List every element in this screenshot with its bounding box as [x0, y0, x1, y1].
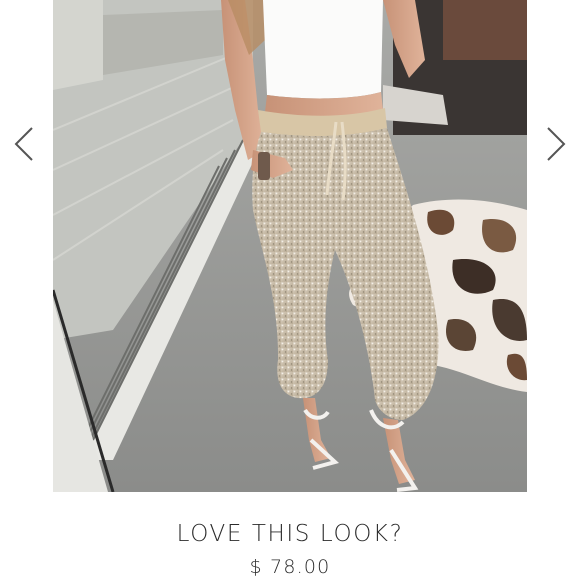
product-price: $ 78.00	[249, 556, 331, 578]
product-photo	[53, 0, 527, 492]
carousel-prev-button[interactable]	[12, 122, 36, 166]
carousel-next-button[interactable]	[544, 122, 568, 166]
chevron-right-icon	[547, 127, 566, 161]
promo-headline: LOVE THIS LOOK?	[176, 521, 404, 547]
chevron-left-icon	[14, 127, 33, 161]
product-image[interactable]	[53, 0, 527, 492]
